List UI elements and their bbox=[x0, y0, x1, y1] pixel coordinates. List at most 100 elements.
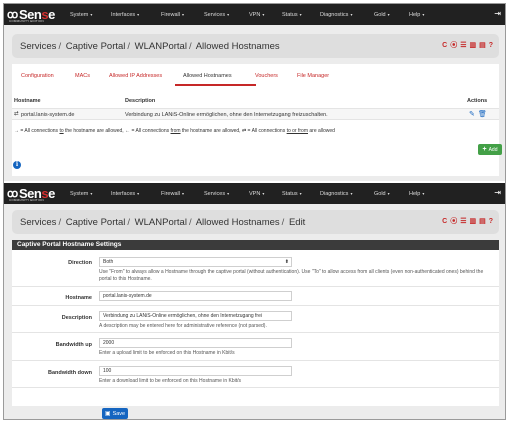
direction-select[interactable]: Both ⬍ bbox=[99, 257, 292, 267]
bandwidth-down-help: Enter a download limit to be enforced on… bbox=[99, 378, 242, 384]
edit-pencil-icon[interactable]: ✎ bbox=[469, 110, 475, 118]
column-header-actions: Actions bbox=[467, 98, 488, 104]
breadcrumb-zone[interactable]: WLANPortal bbox=[135, 41, 187, 52]
settings-sliders-icon[interactable]: ☰ bbox=[460, 41, 466, 50]
caret-down-icon: ▾ bbox=[422, 12, 425, 17]
breadcrumb-allowed-hostnames[interactable]: Allowed Hostnames bbox=[196, 217, 280, 228]
caret-down-icon: ▾ bbox=[262, 191, 265, 196]
tab-macs[interactable]: MACs bbox=[75, 73, 90, 79]
row-hostname: portal.lanis-system.de bbox=[21, 112, 75, 118]
logout-icon[interactable]: ⇥ bbox=[494, 188, 501, 197]
breadcrumb-captive-portal[interactable]: Captive Portal bbox=[66, 217, 126, 228]
nav-vpn[interactable]: VPN ▾ bbox=[249, 12, 264, 18]
reload-icon[interactable]: C bbox=[442, 217, 447, 226]
bandwidth-down-row: Bandwidth down 100 Enter a download limi… bbox=[12, 360, 499, 386]
shortcut-icons: C ⦿ ☰ ▥ ▤ ? bbox=[442, 217, 493, 226]
description-label: Description bbox=[61, 315, 92, 321]
caret-down-icon: ▾ bbox=[299, 191, 302, 196]
logo-edition: COMMUNITY EDITION bbox=[9, 198, 44, 202]
log-icon[interactable]: ▤ bbox=[479, 41, 486, 50]
caret-down-icon: ▾ bbox=[137, 191, 140, 196]
breadcrumb-current: Allowed Hostnames bbox=[195, 40, 280, 52]
top-breadcrumb-bar: Services / Captive Portal / WLANPortal / Al… bbox=[12, 34, 499, 58]
nav-vpn[interactable]: VPN ▾ bbox=[249, 191, 264, 197]
tab-allowed-hostnames[interactable]: Allowed Hostnames bbox=[183, 73, 232, 79]
direction-both-icon: ⇄ bbox=[14, 111, 19, 117]
nav-status[interactable]: Status ▾ bbox=[282, 12, 302, 18]
tab-file-manager[interactable]: File Manager bbox=[297, 73, 329, 79]
nav-diagnostics[interactable]: Diagnostics ▾ bbox=[320, 12, 352, 18]
nav-system[interactable]: System ▾ bbox=[70, 191, 92, 197]
direction-legend: → = All connections to the hostname are … bbox=[14, 128, 335, 134]
caret-down-icon: ▾ bbox=[90, 12, 93, 17]
logo-edition: COMMUNITY EDITION bbox=[9, 19, 44, 23]
log-icon[interactable]: ▤ bbox=[479, 217, 486, 226]
caret-down-icon: ▾ bbox=[422, 191, 425, 196]
nav-firewall[interactable]: Firewall ▾ bbox=[161, 12, 184, 18]
logout-icon[interactable]: ⇥ bbox=[494, 9, 501, 18]
nav-gold[interactable]: Gold ▾ bbox=[374, 12, 390, 18]
caret-down-icon: ▾ bbox=[137, 12, 140, 17]
chart-icon[interactable]: ▥ bbox=[469, 217, 476, 226]
table-header: Hostname Description Actions bbox=[12, 98, 499, 106]
pfsense-logo[interactable]: ꝏ Sense COMMUNITY EDITION bbox=[7, 5, 65, 24]
nav-help[interactable]: Help ▾ bbox=[409, 191, 424, 197]
description-row: Description Verbindung zu LANiS-Online e… bbox=[12, 305, 499, 331]
bandwidth-up-label: Bandwidth up bbox=[55, 342, 92, 348]
direction-label: Direction bbox=[68, 260, 92, 266]
nav-system[interactable]: System ▾ bbox=[70, 12, 92, 18]
column-header-description: Description bbox=[125, 98, 156, 104]
tab-vouchers[interactable]: Vouchers bbox=[255, 73, 278, 79]
breadcrumb-services[interactable]: Services bbox=[20, 217, 56, 228]
save-floppy-icon: ▣ bbox=[104, 411, 111, 417]
nav-diagnostics[interactable]: Diagnostics ▾ bbox=[320, 191, 352, 197]
panel-title: Captive Portal Hostname Settings bbox=[12, 240, 499, 250]
stop-icon[interactable]: ⦿ bbox=[450, 41, 457, 50]
edit-breadcrumb-bar: Services / Captive Portal / WLANPortal / Al… bbox=[12, 210, 499, 234]
active-tab-indicator bbox=[175, 84, 256, 86]
stop-icon[interactable]: ⦿ bbox=[450, 217, 457, 226]
column-header-hostname: Hostname bbox=[14, 98, 41, 104]
caret-down-icon: ▾ bbox=[387, 12, 390, 17]
nav-firewall[interactable]: Firewall ▾ bbox=[161, 191, 184, 197]
hostname-label: Hostname bbox=[65, 295, 92, 301]
bottom-navbar: ꝏ Sense COMMUNITY EDITION System ▾ Interf… bbox=[4, 183, 505, 204]
info-icon[interactable]: i bbox=[13, 161, 21, 169]
nav-interfaces[interactable]: Interfaces ▾ bbox=[111, 12, 139, 18]
tab-configuration[interactable]: Configuration bbox=[21, 73, 54, 79]
tab-allowed-ip-addresses[interactable]: Allowed IP Addresses bbox=[109, 73, 162, 79]
reload-icon[interactable]: C bbox=[442, 41, 447, 50]
help-icon[interactable]: ? bbox=[489, 217, 493, 226]
breadcrumb-current: Edit bbox=[288, 216, 306, 228]
breadcrumb-captive-portal[interactable]: Captive Portal bbox=[66, 41, 126, 52]
hostname-input[interactable]: portal.lanis-system.de bbox=[99, 291, 292, 301]
panel-footer-row bbox=[12, 387, 499, 406]
save-button[interactable]: ▣ Save bbox=[102, 408, 128, 419]
add-button[interactable]: + Add bbox=[478, 144, 502, 155]
direction-row: Direction Both ⬍ Use "From" to always al… bbox=[12, 251, 499, 285]
bandwidth-up-input[interactable]: 2000 bbox=[99, 338, 292, 348]
nav-services[interactable]: Services ▾ bbox=[204, 191, 229, 197]
pfsense-logo[interactable]: ꝏ Sense COMMUNITY EDITION bbox=[7, 184, 65, 203]
breadcrumb-services[interactable]: Services bbox=[20, 41, 56, 52]
caret-down-icon: ▾ bbox=[299, 12, 302, 17]
nav-help[interactable]: Help ▾ bbox=[409, 12, 424, 18]
hostname-settings-panel: Captive Portal Hostname Settings Directi… bbox=[12, 240, 499, 406]
bandwidth-up-row: Bandwidth up 2000 Enter a upload limit t… bbox=[12, 332, 499, 359]
nav-status[interactable]: Status ▾ bbox=[282, 191, 302, 197]
breadcrumb-zone[interactable]: WLANPortal bbox=[135, 217, 187, 228]
description-input[interactable]: Verbindung zu LANiS-Online ermöglichen, … bbox=[99, 311, 292, 321]
bandwidth-up-help: Enter a upload limit to be enforced on t… bbox=[99, 350, 235, 356]
delete-trash-icon[interactable]: 🗑 bbox=[478, 110, 487, 118]
chart-icon[interactable]: ▥ bbox=[469, 41, 476, 50]
nav-services[interactable]: Services ▾ bbox=[204, 12, 229, 18]
nav-gold[interactable]: Gold ▾ bbox=[374, 191, 390, 197]
settings-sliders-icon[interactable]: ☰ bbox=[460, 217, 466, 226]
row-description: Verbindung zu LANiS-Online ermöglichen, … bbox=[125, 112, 328, 118]
caret-down-icon: ▾ bbox=[350, 191, 353, 196]
caret-down-icon: ▾ bbox=[181, 191, 184, 196]
bandwidth-down-input[interactable]: 100 bbox=[99, 366, 292, 376]
direction-help: Use "From" to always allow a Hostname th… bbox=[99, 269, 484, 282]
help-icon[interactable]: ? bbox=[489, 41, 493, 50]
nav-interfaces[interactable]: Interfaces ▾ bbox=[111, 191, 139, 197]
